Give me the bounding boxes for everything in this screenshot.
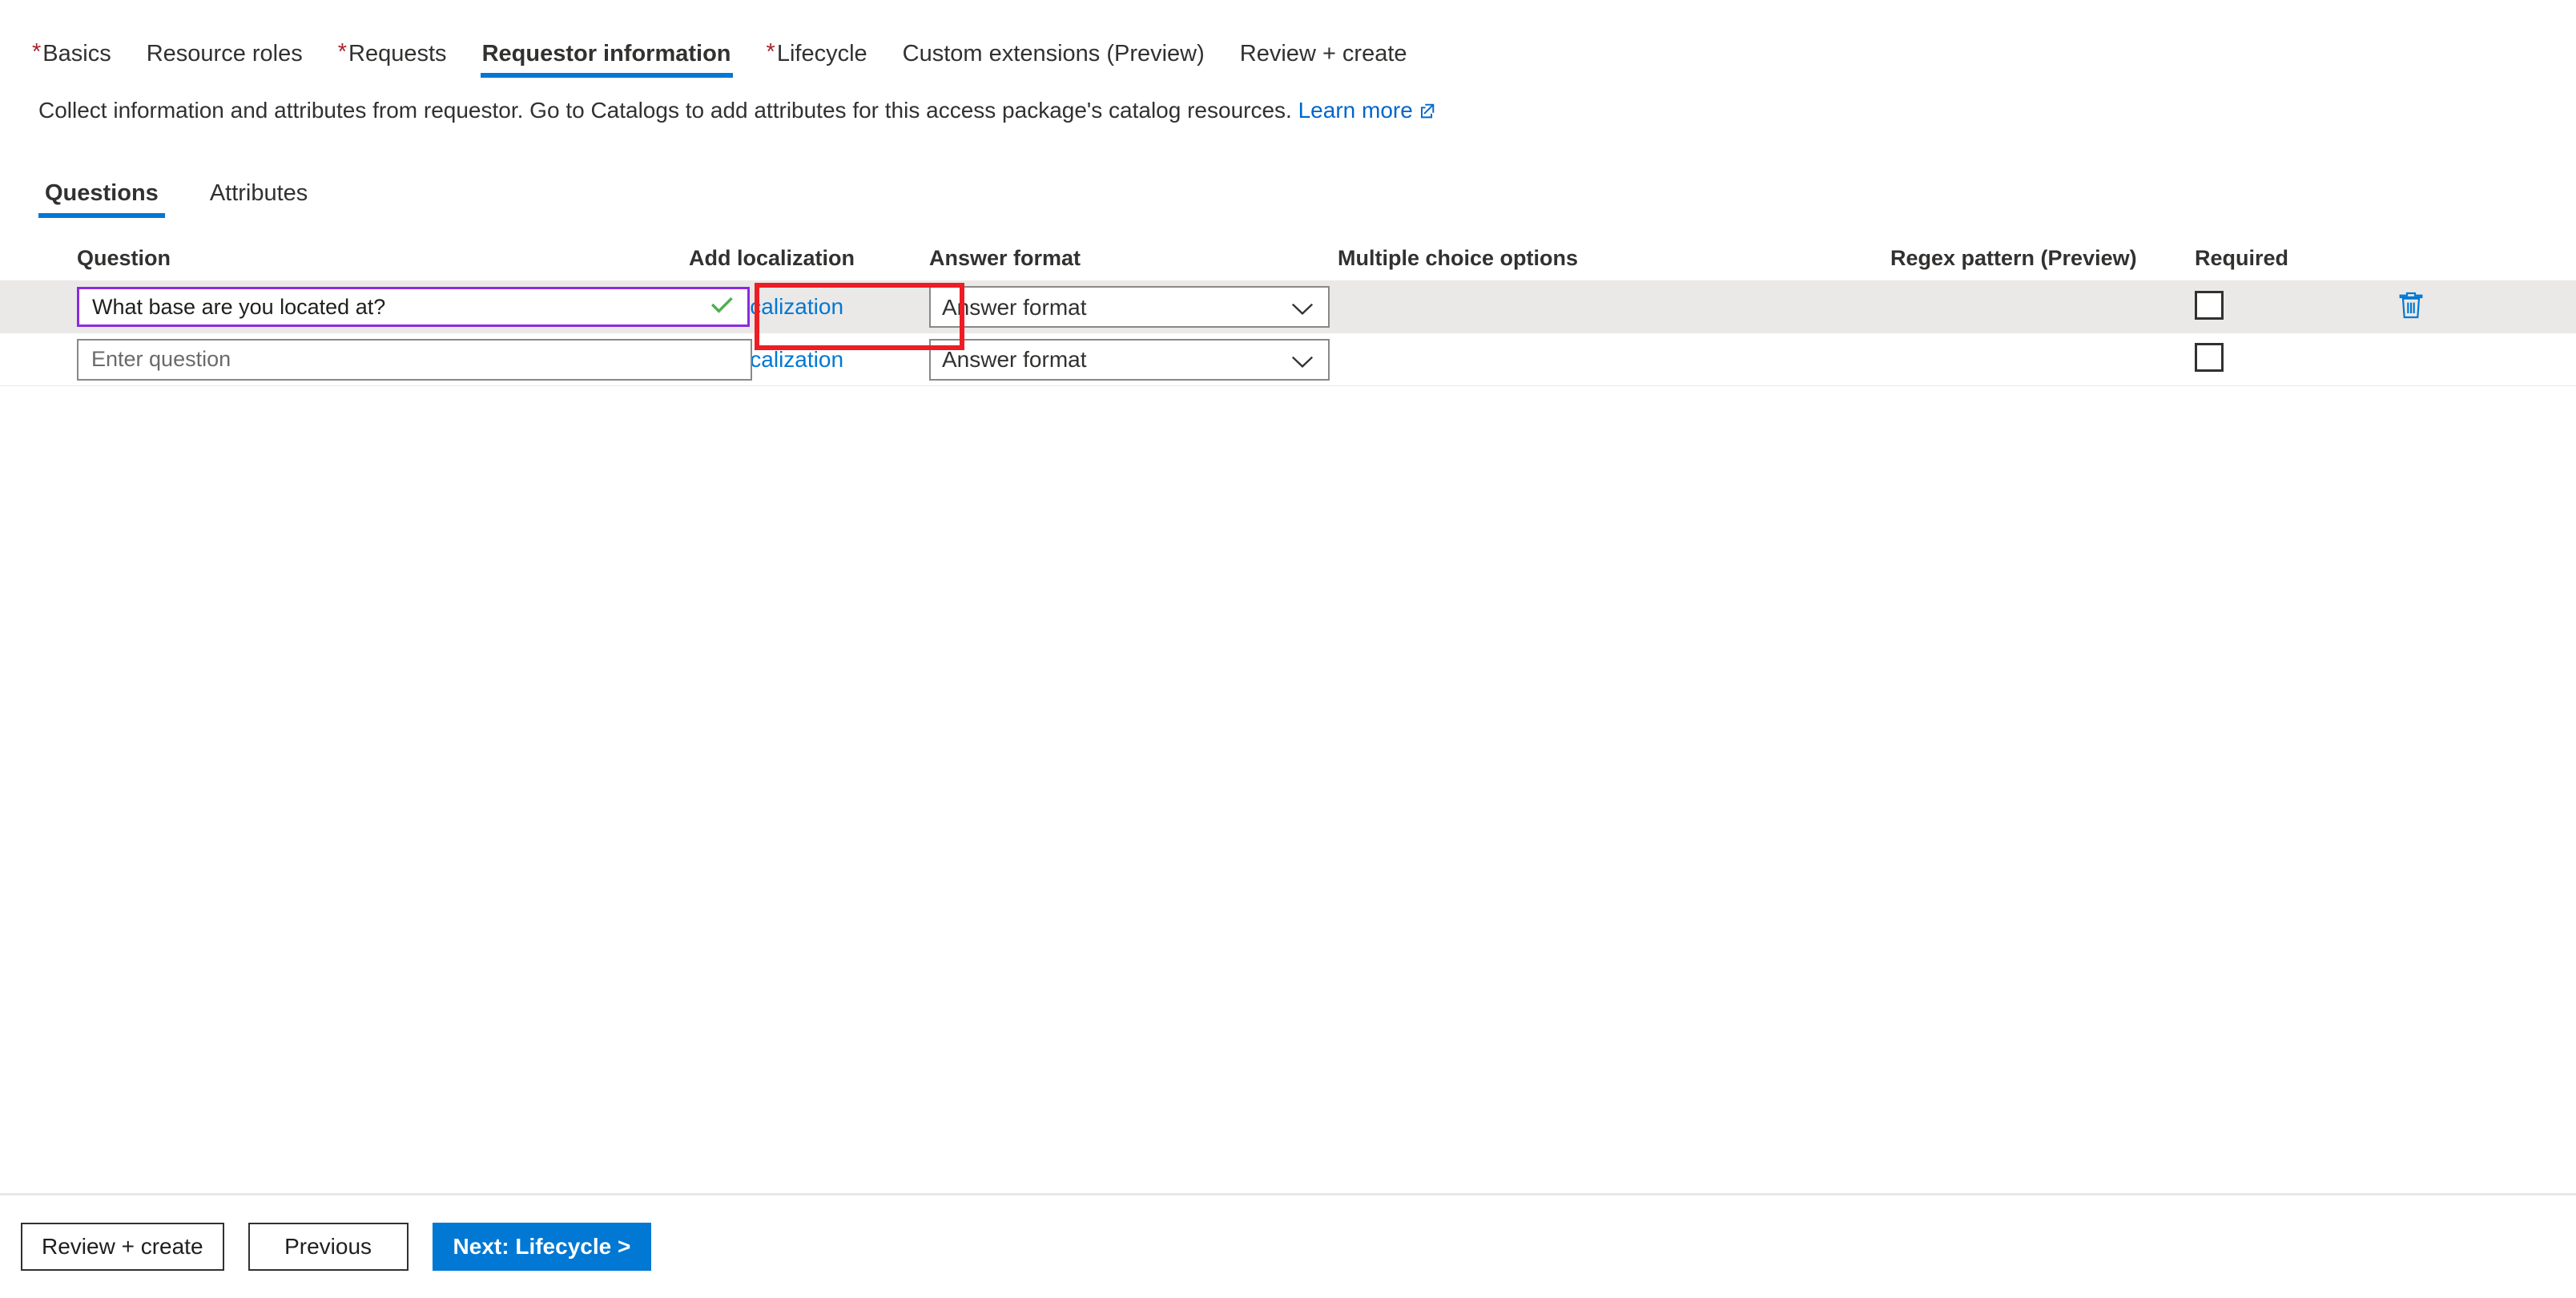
- table-header-row: Question Add localization Answer format …: [0, 236, 2576, 280]
- sub-tab-label: Questions: [45, 180, 159, 206]
- required-cell: [2195, 290, 2395, 324]
- column-header-regex-pattern: Regex pattern (Preview): [1890, 246, 2137, 270]
- sub-tab-label: Attributes: [209, 180, 308, 206]
- wizard-tab-review-create[interactable]: Review + create: [1222, 40, 1425, 80]
- wizard-tab-label: Basics: [42, 41, 111, 67]
- required-cell: [2195, 343, 2395, 376]
- column-header-multiple-choice-options: Multiple choice options: [1338, 246, 1579, 270]
- required-asterisk-icon: *: [337, 39, 348, 65]
- answer-format-wrapper: Answer format: [929, 338, 1330, 381]
- required-checkbox[interactable]: [2195, 343, 2224, 372]
- next-lifecycle-button[interactable]: Next: Lifecycle >: [432, 1223, 652, 1271]
- question-input-wrapper: [77, 287, 750, 327]
- learn-more-label: Learn more: [1298, 98, 1413, 123]
- previous-button[interactable]: Previous: [248, 1223, 409, 1271]
- wizard-tab-label: Requests: [348, 41, 447, 67]
- wizard-tab-basics[interactable]: * Basics: [14, 40, 129, 80]
- required-asterisk-icon: *: [32, 39, 42, 65]
- requestor-information-page: * Basics Resource roles * Requests Reque…: [0, 0, 2576, 1298]
- wizard-tab-label: Lifecycle: [776, 41, 867, 67]
- wizard-tab-strip: * Basics Resource roles * Requests Reque…: [0, 0, 2576, 80]
- delete-cell: [2395, 289, 2576, 325]
- wizard-tab-label: Resource roles: [146, 41, 303, 67]
- column-header-question: Question: [77, 246, 171, 270]
- question-input[interactable]: [77, 287, 750, 327]
- wizard-tab-custom-extensions[interactable]: Custom extensions (Preview): [885, 40, 1222, 80]
- learn-more-link[interactable]: Learn more: [1298, 98, 1436, 123]
- review-create-button[interactable]: Review + create: [21, 1223, 224, 1271]
- wizard-footer: Review + create Previous Next: Lifecycle…: [0, 1195, 2576, 1298]
- sub-tab-attributes[interactable]: Attributes: [203, 179, 315, 218]
- wizard-tab-label: Custom extensions (Preview): [902, 41, 1205, 67]
- required-checkbox[interactable]: [2195, 290, 2224, 320]
- wizard-tab-lifecycle[interactable]: * Lifecycle: [749, 40, 885, 80]
- external-link-icon: [1419, 98, 1436, 127]
- wizard-tab-resource-roles[interactable]: Resource roles: [129, 40, 320, 80]
- sub-tab-questions[interactable]: Questions: [38, 179, 165, 218]
- answer-format-wrapper: Answer format: [929, 286, 1330, 328]
- question-input[interactable]: [77, 338, 752, 381]
- answer-format-select[interactable]: Answer format: [929, 338, 1330, 381]
- table-row: add localization Answer format: [0, 280, 2576, 333]
- wizard-tab-requestor-information[interactable]: Requestor information: [465, 40, 749, 80]
- column-header-required: Required: [2195, 246, 2289, 270]
- column-header-add-localization: Add localization: [689, 246, 855, 270]
- question-input-wrapper: [77, 338, 752, 381]
- column-header-answer-format: Answer format: [929, 246, 1081, 270]
- questions-table: Question Add localization Answer format …: [0, 236, 2576, 386]
- answer-format-cell: Answer format: [929, 338, 1338, 381]
- wizard-tab-requests[interactable]: * Requests: [320, 40, 465, 80]
- required-asterisk-icon: *: [766, 39, 775, 65]
- description-text: Collect information and attributes from …: [38, 98, 1292, 123]
- sub-tab-strip: Questions Attributes: [0, 168, 2576, 218]
- page-description: Collect information and attributes from …: [0, 80, 2576, 127]
- answer-format-select[interactable]: Answer format: [929, 286, 1330, 328]
- wizard-tab-label: Review + create: [1239, 41, 1407, 67]
- delete-question-button[interactable]: [2395, 289, 2427, 321]
- wizard-tab-label: Requestor information: [481, 41, 731, 67]
- answer-format-cell: Answer format: [929, 286, 1338, 328]
- question-cell: [0, 287, 750, 327]
- question-cell: [0, 338, 752, 381]
- table-row: add localization Answer format: [0, 333, 2576, 386]
